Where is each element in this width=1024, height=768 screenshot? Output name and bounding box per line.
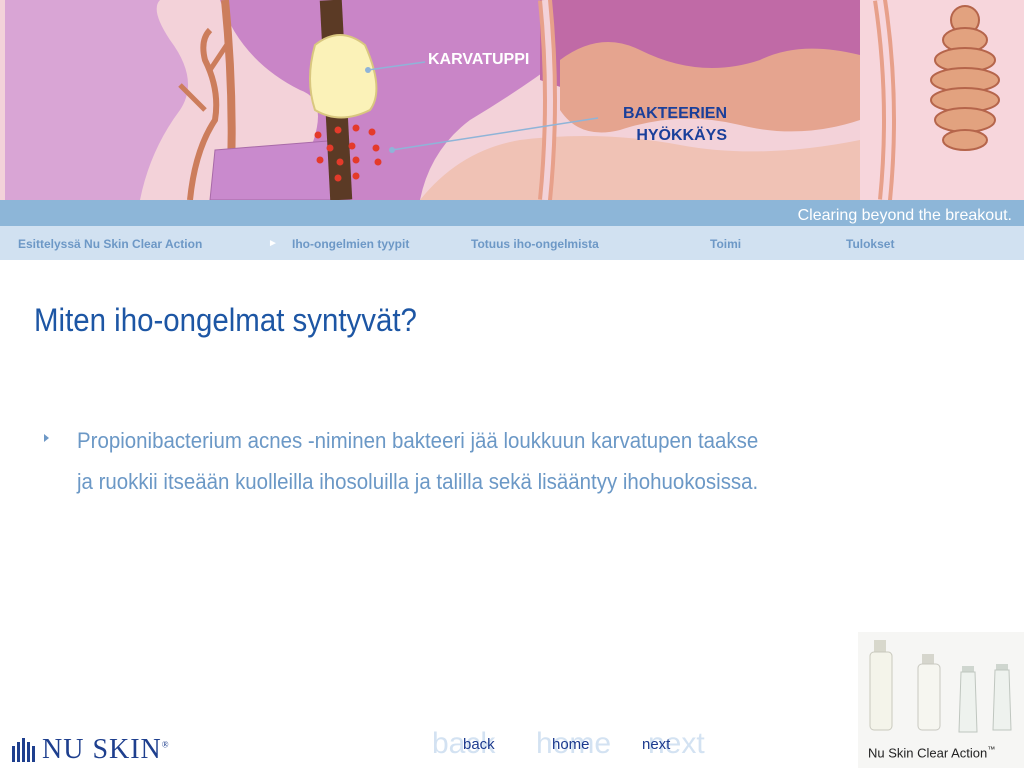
nav-item-truth[interactable]: Totuus iho-ongelmista: [471, 237, 599, 251]
back-link[interactable]: back: [463, 736, 495, 753]
bacteria-label-line2: HYÖKKÄYS: [636, 127, 727, 144]
skin-illustration-banner: [0, 0, 1024, 200]
nav-arrow-icon: ►: [268, 238, 278, 249]
skin-cross-section-illustration: [0, 0, 1024, 200]
trademark-mark: ™: [987, 745, 996, 754]
nav-item-act[interactable]: Toimi: [710, 237, 741, 251]
page-title: Miten iho-ongelmat syntyvät?: [34, 302, 417, 338]
nav-bar: Esittelyssä Nu Skin Clear Action ► Iho-o…: [0, 226, 1024, 260]
home-link[interactable]: home: [552, 736, 590, 753]
nu-skin-emblem-icon: [12, 738, 35, 762]
nu-skin-logo: NU SKIN®: [10, 734, 170, 766]
bullet-text: Propionibacterium acnes -niminen bakteer…: [77, 428, 759, 494]
product-caption: Nu Skin Clear Action™: [868, 745, 995, 760]
product-caption-text: Nu Skin Clear Action: [868, 745, 988, 761]
nav-item-intro[interactable]: Esittelyssä Nu Skin Clear Action: [18, 237, 202, 251]
tagline: Clearing beyond the breakout.: [797, 207, 1012, 224]
bullet-arrow-icon: [44, 434, 49, 442]
bacteria-attack-label: BAKTEERIEN HYÖKKÄYS: [600, 103, 727, 147]
logo-wordmark: NU SKIN: [42, 734, 162, 765]
next-link[interactable]: next: [642, 736, 670, 753]
follicle-label: KARVATUPPI: [428, 51, 530, 68]
bacteria-label-line1: BAKTEERIEN: [622, 105, 727, 122]
nu-skin-logo-text: NU SKIN®: [42, 734, 170, 765]
nav-item-results[interactable]: Tulokset: [846, 237, 894, 251]
product-bottles-image: [869, 640, 1012, 733]
nav-item-skin-problem-types[interactable]: Iho-ongelmien tyypit: [292, 237, 409, 251]
